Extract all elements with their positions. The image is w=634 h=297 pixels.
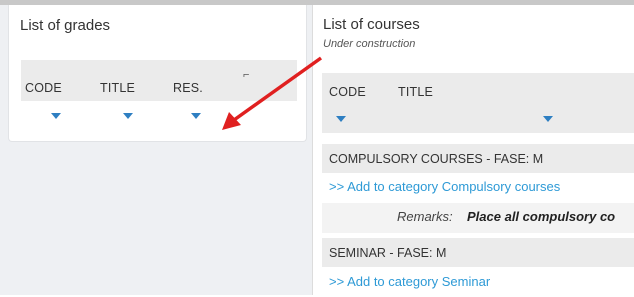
- category-row-compulsory: COMPULSORY COURSES - FASE: M: [322, 144, 634, 173]
- courses-col-code[interactable]: CODE: [329, 85, 366, 99]
- remarks-label: Remarks:: [397, 209, 453, 224]
- add-seminar-link-row: >> Add to category Seminar: [322, 268, 634, 297]
- grades-table-header: CODE TITLE RES. ⌐: [21, 60, 297, 101]
- courses-panel-title: List of courses: [323, 16, 420, 33]
- filter-course-title-icon[interactable]: [543, 116, 553, 122]
- courses-table-header: CODE TITLE: [322, 73, 634, 133]
- grades-col-res[interactable]: RES.: [173, 81, 203, 95]
- courses-panel-subtitle: Under construction: [323, 38, 416, 50]
- grades-col-title[interactable]: TITLE: [100, 81, 135, 95]
- add-compulsory-link[interactable]: >> Add to category Compulsory courses: [329, 179, 560, 194]
- remarks-row: Remarks: Place all compulsory co: [322, 203, 634, 233]
- panel-divider: [312, 5, 313, 295]
- filter-code-icon[interactable]: [51, 113, 61, 119]
- category-label: COMPULSORY COURSES - FASE: M: [329, 152, 544, 166]
- filter-title-icon[interactable]: [123, 113, 133, 119]
- category-row-seminar: SEMINAR - FASE: M: [322, 238, 634, 267]
- remarks-value: Place all compulsory co: [467, 209, 616, 224]
- filter-course-code-icon[interactable]: [336, 116, 346, 122]
- add-compulsory-link-row: >> Add to category Compulsory courses: [322, 173, 634, 202]
- grades-col-code[interactable]: CODE: [25, 81, 62, 95]
- grades-panel: List of grades CODE TITLE RES. ⌐: [8, 5, 307, 142]
- courses-col-title[interactable]: TITLE: [398, 85, 433, 99]
- filter-res-icon[interactable]: [191, 113, 201, 119]
- sort-icon[interactable]: ⌐: [243, 69, 249, 81]
- category-label: SEMINAR - FASE: M: [329, 246, 447, 260]
- add-seminar-link[interactable]: >> Add to category Seminar: [329, 274, 490, 289]
- grades-panel-title: List of grades: [20, 17, 111, 34]
